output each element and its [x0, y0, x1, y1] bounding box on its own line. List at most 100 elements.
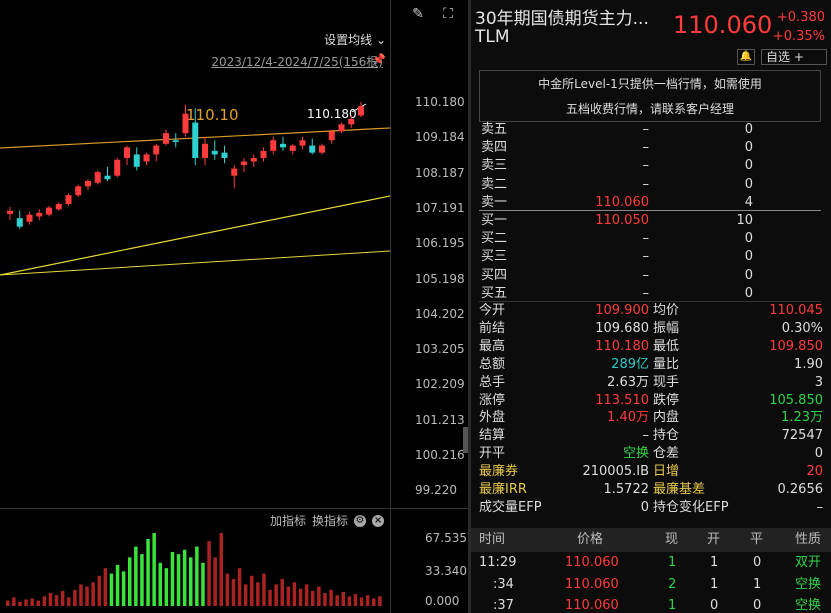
trade-row[interactable]: :34 110.060 2 1 1 空换 [471, 574, 831, 596]
stat-label: 开平 [479, 446, 506, 462]
trade-time: :34 [493, 576, 514, 592]
price-axis-tick: 110.180 [415, 95, 465, 109]
stat-value: 289亿 [611, 356, 649, 372]
volume-bar [213, 557, 217, 606]
candle [280, 136, 286, 151]
stat-label: 外盘 [479, 410, 506, 426]
add-watchlist-button[interactable]: 自选 + [761, 49, 827, 65]
candle [75, 184, 82, 197]
volume-bar [146, 538, 150, 606]
volume-bar [79, 584, 83, 606]
order-book-row: 卖四 – 0 [471, 139, 831, 157]
stat-value: 1.23万 [781, 410, 823, 426]
volume-bar [195, 546, 199, 606]
volume-bar [219, 533, 223, 606]
candle [7, 206, 13, 220]
trade-close: 1 [753, 576, 762, 592]
stats-row: 最廉券 210005.IB 日增 20 [471, 463, 831, 481]
volume-bar [18, 601, 22, 606]
stat-label: 最廉IRR [479, 482, 527, 497]
stat-value: 2.63万 [607, 374, 649, 390]
level-volume: 0 [744, 158, 753, 174]
col-open: 开 [707, 532, 721, 547]
stat-label: 总额 [479, 356, 506, 372]
trade-price: 110.060 [565, 555, 619, 570]
volume-bar [103, 568, 108, 606]
volume-bar [329, 589, 333, 606]
volume-bar [121, 571, 126, 606]
stat-value: 72547 [781, 428, 823, 444]
stat-value: 3 [814, 374, 823, 390]
stat-value: 0.30% [781, 320, 823, 336]
volume-bar [341, 591, 345, 606]
stat-label: 最廉基差 [653, 482, 706, 497]
volume-bar [280, 578, 284, 606]
notice-line-2: 五档收费行情，请联系客户经理 [565, 102, 734, 116]
candle [133, 147, 140, 171]
col-time: 时间 [479, 532, 506, 547]
stat-value: 20 [806, 464, 823, 480]
stats-row: 总额 289亿 量比 1.90 [471, 356, 831, 374]
candle [202, 136, 208, 166]
level-label: 卖二 [481, 176, 508, 192]
trade-time: :37 [493, 598, 514, 613]
level-price: – [642, 122, 650, 137]
stat-value: – [816, 499, 824, 515]
trade-row[interactable]: :37 110.060 1 0 0 空换 [471, 595, 831, 613]
candle [104, 166, 111, 182]
trade-nature: 空换 [795, 576, 822, 592]
order-book-row: 卖二 – 0 [471, 176, 831, 194]
candle [241, 157, 247, 173]
price-axis-tick: 109.184 [415, 130, 465, 145]
level-price: – [642, 249, 650, 265]
alert-bell-icon[interactable]: 🔔 [737, 49, 755, 65]
stat-label: 前结 [479, 320, 506, 336]
order-book-row: 买四 – 0 [471, 267, 831, 285]
col-now: 现 [665, 532, 679, 547]
last-price-label: 110.180 [307, 107, 357, 121]
level-volume: 10 [736, 213, 753, 228]
candle [94, 170, 101, 185]
stats-row: 结算 – 持仓 72547 [471, 427, 831, 445]
order-book-row: 卖三 – 0 [471, 157, 831, 175]
volume-bar [42, 596, 47, 606]
stat-value: 113.510 [595, 392, 649, 408]
level-volume: 0 [744, 140, 753, 156]
volume-bar [201, 562, 205, 606]
stat-label: 持仓 [653, 428, 680, 444]
price-axis-tick: 107.191 [415, 200, 465, 215]
candle [289, 143, 296, 155]
volume-bar [48, 593, 53, 606]
trade-price: 110.060 [565, 598, 619, 613]
stat-label: 均价 [653, 303, 680, 318]
volume-bar [243, 584, 248, 606]
stats-row: 涨停 113.510 跌停 105.850 [471, 392, 831, 410]
volume-bar [323, 593, 327, 606]
stat-value: – [642, 428, 650, 444]
candlestick-chart[interactable]: 110.10 110.180 [0, 0, 390, 508]
volume-bar [286, 586, 291, 606]
contract-code: TLM [475, 27, 510, 47]
candle [328, 129, 335, 144]
volume-bar [140, 554, 144, 606]
volume-chart[interactable] [0, 509, 390, 613]
volume-bar [176, 554, 181, 606]
trades-header: 时间 价格 现 开 平 性质 [471, 528, 831, 552]
candle [55, 202, 62, 212]
candle [211, 140, 218, 160]
stats-row: 成交量EFP 0 持仓变化EFP – [471, 499, 831, 517]
volume-bar [256, 582, 260, 606]
price-axis-tick: 105.198 [415, 271, 465, 286]
stat-label: 现手 [653, 374, 680, 390]
stat-value: 210005.IB [582, 464, 649, 480]
chart-panel[interactable]: ✎ ⛶ 设置均线 ⌄ 2023/12/4-2024/7/25(156根) 📌 1… [0, 0, 469, 613]
level-volume: 0 [744, 122, 753, 137]
stat-value: 空换 [622, 446, 649, 462]
candle [65, 193, 72, 206]
volume-bar [30, 598, 34, 606]
candle [114, 157, 121, 178]
order-book-row: 买三 – 0 [471, 248, 831, 266]
stats-row: 最廉IRR 1.5722 最廉基差 0.2656 [471, 481, 831, 499]
trade-now: 1 [668, 598, 677, 613]
trade-row[interactable]: 11:29 110.060 1 1 0 双开 [471, 552, 831, 574]
